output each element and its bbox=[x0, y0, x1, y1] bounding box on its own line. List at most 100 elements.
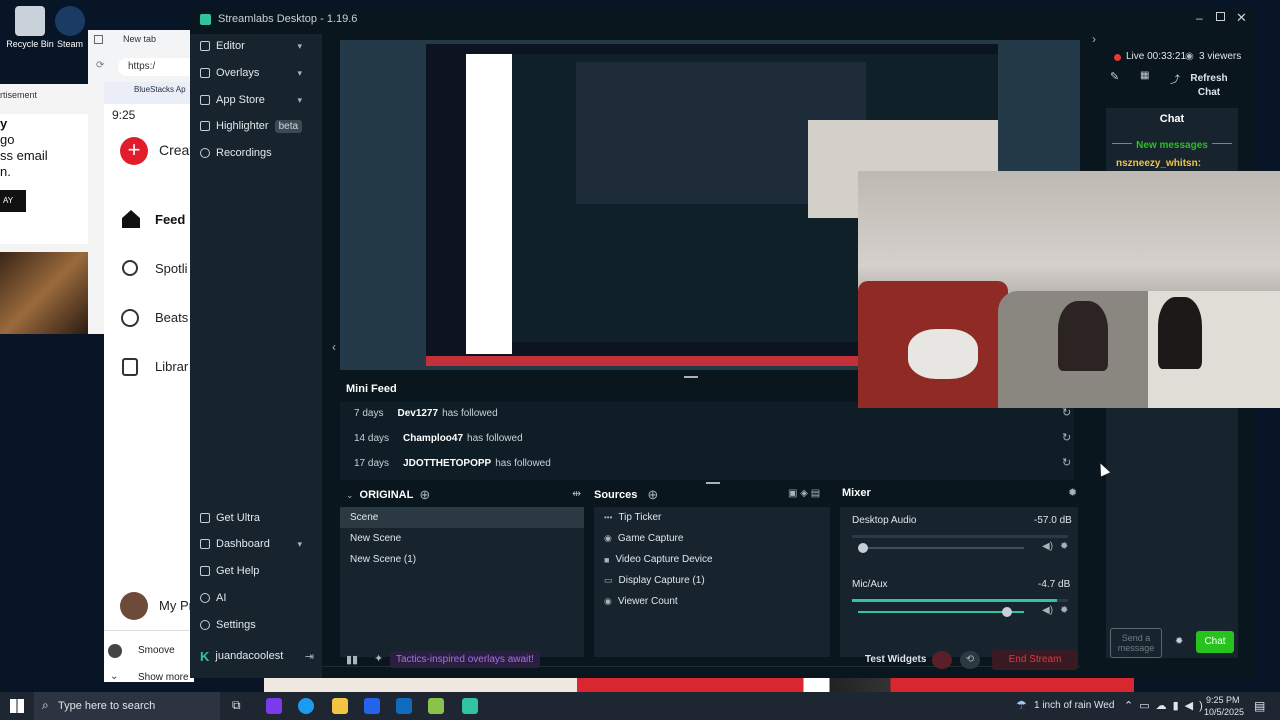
feed-row: 7 days Dev1277 has followed bbox=[354, 402, 498, 424]
nav-app-store[interactable]: App Store ▾ bbox=[200, 90, 312, 110]
record-button[interactable] bbox=[932, 651, 952, 669]
gear-icon[interactable]: ✹ bbox=[1175, 636, 1183, 647]
volume-meter bbox=[852, 535, 1068, 538]
show-more-link[interactable]: Show more bbox=[138, 672, 189, 683]
performance-icon[interactable]: ▮▮ bbox=[346, 653, 358, 666]
scene-item[interactable]: New Scene (1) bbox=[340, 549, 584, 570]
task-view-icon[interactable]: ⧉ bbox=[232, 698, 241, 713]
profile-label[interactable]: My Pr bbox=[159, 598, 193, 613]
nav-settings[interactable]: Settings bbox=[200, 615, 256, 635]
chevron-down-icon[interactable]: ⌄ bbox=[346, 490, 354, 501]
gear-icon[interactable]: ✹ bbox=[1068, 486, 1077, 499]
close-button[interactable]: ✕ bbox=[1236, 10, 1247, 26]
maximize-button[interactable] bbox=[1216, 12, 1225, 21]
copilot-icon[interactable] bbox=[266, 698, 282, 714]
nav-highlighter[interactable]: Highlighter beta bbox=[200, 116, 303, 136]
volume-slider[interactable] bbox=[858, 607, 1024, 617]
gamepad-icon: ◉ bbox=[604, 533, 612, 543]
feed-action: has followed bbox=[495, 457, 551, 469]
library-label[interactable]: Librar bbox=[155, 359, 188, 374]
end-stream-button[interactable]: End Stream bbox=[992, 650, 1078, 670]
source-item[interactable]: ▭ Display Capture (1) bbox=[594, 570, 830, 591]
nav-get-ultra[interactable]: Get Ultra bbox=[200, 508, 260, 528]
scene-item[interactable]: New Scene bbox=[340, 528, 584, 549]
ad-button[interactable]: AY bbox=[0, 190, 26, 212]
streamlabs-icon[interactable] bbox=[462, 698, 478, 714]
edit-icon[interactable]: ✎ bbox=[1110, 70, 1119, 83]
eye-icon: ◉ bbox=[604, 596, 612, 606]
gear-icon[interactable]: ✹ bbox=[1060, 605, 1068, 616]
chevron-right-icon[interactable]: › bbox=[1092, 32, 1096, 46]
nav-label: Get Ultra bbox=[216, 512, 261, 524]
source-item[interactable]: ◉ Viewer Count bbox=[594, 591, 830, 612]
add-source-icon[interactable]: ⊕ bbox=[647, 487, 658, 503]
slider-knob[interactable] bbox=[858, 543, 868, 553]
steam-shortcut[interactable]: Steam bbox=[50, 6, 90, 49]
system-tray-icons[interactable]: ⌃▭☁▮◀) bbox=[1124, 699, 1209, 712]
slider-knob[interactable] bbox=[1002, 607, 1012, 617]
bluestacks-icon[interactable] bbox=[428, 698, 444, 714]
clock-date[interactable]: 10/5/2025 bbox=[1204, 707, 1244, 717]
add-scene-icon[interactable]: ⊕ bbox=[419, 487, 430, 503]
gear-icon[interactable]: ✹ bbox=[1060, 541, 1068, 552]
nav-editor[interactable]: Editor ▾ bbox=[200, 36, 312, 56]
nav-overlays[interactable]: Overlays ▾ bbox=[200, 63, 312, 83]
outlook-icon[interactable] bbox=[396, 698, 412, 714]
scene-item[interactable]: Scene bbox=[340, 507, 584, 528]
notification-icon[interactable]: ✦ bbox=[374, 652, 383, 665]
chat-input[interactable]: Send a message bbox=[1110, 628, 1162, 658]
source-item[interactable]: ■ Video Capture Device bbox=[594, 549, 830, 570]
edge-icon[interactable] bbox=[298, 698, 314, 714]
reload-icon[interactable]: ⟳ bbox=[96, 60, 104, 71]
beta-badge: beta bbox=[274, 119, 303, 133]
feed-label[interactable]: Feed bbox=[155, 212, 185, 227]
clock-time[interactable]: 9:25 PM bbox=[1206, 695, 1240, 705]
channel-db: -57.0 dB bbox=[1034, 515, 1072, 526]
nav-account[interactable]: K juandacoolest ⇥ bbox=[200, 646, 314, 666]
logout-icon[interactable]: ⇥ bbox=[305, 650, 314, 663]
account-name: juandacoolest bbox=[215, 650, 284, 662]
title-bar[interactable]: Streamlabs Desktop - 1.19.6 – ✕ bbox=[190, 10, 1256, 30]
create-label[interactable]: Creat bbox=[159, 142, 193, 158]
notification-center-icon[interactable]: ▤ bbox=[1254, 699, 1265, 713]
nav-dashboard[interactable]: Dashboard ▾ bbox=[200, 534, 312, 554]
file-explorer-icon[interactable] bbox=[332, 698, 348, 714]
share-icon[interactable]: ⤴ bbox=[1170, 71, 1180, 86]
send-chat-button[interactable]: Chat bbox=[1196, 631, 1234, 653]
speaker-icon[interactable]: ◀) bbox=[1042, 605, 1053, 616]
source-item[interactable]: ••• Tip Ticker bbox=[594, 507, 830, 528]
weather-text[interactable]: 1 inch of rain Wed bbox=[1034, 700, 1114, 711]
source-item[interactable]: ◉ Game Capture bbox=[594, 528, 830, 549]
collapse-sidebar-icon[interactable]: ‹ bbox=[332, 340, 336, 354]
volume-slider[interactable] bbox=[858, 543, 1024, 553]
browser-tab-label[interactable]: New tab bbox=[123, 34, 156, 44]
windows-start-icon[interactable] bbox=[10, 699, 24, 713]
test-widgets-label[interactable]: Test Widgets bbox=[865, 654, 926, 665]
nav-recordings[interactable]: Recordings bbox=[200, 143, 272, 163]
source-tools-icon[interactable]: ▣ ◈ ▤ bbox=[788, 488, 820, 499]
taskbar-search[interactable]: ⌕ Type here to search bbox=[34, 692, 220, 720]
nav-ai[interactable]: AI bbox=[200, 588, 226, 608]
smoove-label[interactable]: Smoove bbox=[138, 645, 175, 656]
resize-handle[interactable] bbox=[706, 482, 720, 484]
streamlabs-logo-icon bbox=[200, 14, 211, 25]
create-plus-icon[interactable]: + bbox=[120, 137, 148, 165]
nav-get-help[interactable]: Get Help bbox=[200, 561, 259, 581]
replay-buffer-icon[interactable]: ⟲ bbox=[960, 651, 980, 669]
minimize-button[interactable]: – bbox=[1196, 11, 1203, 25]
store-icon[interactable] bbox=[364, 698, 380, 714]
live-indicator-icon bbox=[1114, 54, 1121, 61]
resize-handle[interactable] bbox=[684, 376, 698, 378]
promo-banner[interactable]: Tactics-inspired overlays await! bbox=[390, 651, 540, 668]
scene-transition-icon[interactable]: ⇹ bbox=[572, 487, 581, 500]
beats-label[interactable]: Beats bbox=[155, 310, 188, 325]
repeat-alert-icon[interactable]: ↻ bbox=[1062, 431, 1071, 444]
popout-icon[interactable]: ▦ bbox=[1140, 70, 1149, 81]
repeat-alert-icon[interactable]: ↻ bbox=[1062, 456, 1071, 469]
refresh-chat-button[interactable]: Refresh Chat bbox=[1184, 72, 1234, 100]
scene-collection-title[interactable]: ORIGINAL bbox=[360, 489, 414, 501]
new-messages-divider: New messages bbox=[1132, 140, 1212, 151]
spotlight-label[interactable]: Spotli bbox=[155, 261, 188, 276]
speaker-icon[interactable]: ◀) bbox=[1042, 541, 1053, 552]
bluestacks-window[interactable]: BlueStacks Ap 9:25 + Creat Feed Spotli B… bbox=[104, 82, 194, 683]
